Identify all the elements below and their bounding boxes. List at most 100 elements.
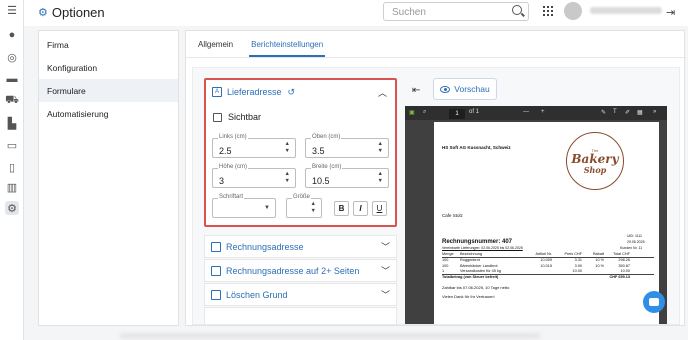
bold-button[interactable]: B xyxy=(334,201,349,216)
factory-icon[interactable]: ▙ xyxy=(5,116,19,130)
user-name-blurred xyxy=(590,7,662,14)
td: 350.87 xyxy=(618,263,630,268)
visible-checkbox[interactable] xyxy=(213,112,222,122)
schriftart-label: Schriftart xyxy=(218,194,245,200)
td: 10.00 xyxy=(572,269,582,274)
links-field[interactable]: Links (cm) 2.5 ▲ ▼ xyxy=(212,134,296,158)
zoom-out-button[interactable]: — xyxy=(523,109,529,115)
preview-label: Vorschau xyxy=(454,84,490,94)
table-row: 100 Roggenbrot 10.009 3.31 10 % 298.26 xyxy=(442,258,654,264)
search-input[interactable]: Suchen xyxy=(383,2,529,21)
chevron-up-icon[interactable]: ︿ xyxy=(378,86,387,99)
chevron-down-icon[interactable]: ﹀ xyxy=(381,264,390,277)
section-rechnungsadresse-2plus[interactable]: Rechnungsadresse auf 2+ Seiten ﹀ xyxy=(204,259,397,282)
section-rechnungsadresse[interactable]: Rechnungsadresse ﹀ xyxy=(204,235,397,258)
scan-icon[interactable]: ◎ xyxy=(5,50,19,64)
zoom-in-button[interactable]: + xyxy=(541,109,545,115)
tab-berichteinstellungen[interactable]: Berichteinstellungen xyxy=(249,37,326,57)
settings-icon[interactable]: ⚙ xyxy=(5,201,19,215)
underline-button[interactable]: U xyxy=(372,201,387,216)
breite-field[interactable]: Breite (cm) 10.5 ▲ ▼ xyxy=(305,164,389,188)
links-value: 2.5 xyxy=(219,146,232,156)
td: 10 % xyxy=(595,258,604,263)
visible-checkbox-row[interactable]: Sichtbar xyxy=(213,112,395,122)
sidebar-item-firma[interactable]: Firma xyxy=(39,33,178,56)
chat-help-button[interactable] xyxy=(643,291,665,313)
td: 10.00 xyxy=(620,269,630,274)
sidebar-item-automatisierung[interactable]: Automatisierung xyxy=(39,102,178,125)
doc-payment-note: Zahlbar bis 07.06.2025, 10 Tage netto xyxy=(442,285,510,290)
cash-icon[interactable]: ▭ xyxy=(5,138,19,152)
logout-icon[interactable]: ⇥ xyxy=(666,6,675,19)
breite-label: Breite (cm) xyxy=(311,164,343,170)
menu-icon[interactable]: ☰ xyxy=(5,3,19,17)
page-number-input[interactable]: 1 xyxy=(449,109,465,119)
spinner-icon[interactable]: ▲ ▼ xyxy=(285,141,290,155)
td: Roggenbrot xyxy=(460,258,480,263)
sidebar-toggle-icon[interactable]: ▣ xyxy=(409,109,415,116)
image-icon[interactable]: ▦ xyxy=(637,109,643,116)
spinner-icon[interactable]: ▲ ▼ xyxy=(378,141,383,155)
document-icon: A xyxy=(212,87,222,97)
section-title: Lieferadresse xyxy=(227,87,282,97)
italic-button[interactable]: I xyxy=(353,201,368,216)
section-more[interactable] xyxy=(204,307,397,324)
spinner-icon[interactable]: ▲ ▼ xyxy=(378,171,383,185)
groesse-field[interactable]: Größe ▲ ▼ xyxy=(286,194,322,218)
search-icon[interactable] xyxy=(512,5,522,15)
pdf-toolbar: ▣ ⌕ 1 of 1 — + ✎ T ✐ ▦ » xyxy=(405,106,667,120)
tab-divider xyxy=(186,57,686,58)
table-row: 100 Bärenhäcker Landbrot 10.015 3.90 10 … xyxy=(442,263,654,269)
chevron-down-icon[interactable]: ﹀ xyxy=(381,288,390,301)
sidebar-item-konfiguration[interactable]: Konfiguration xyxy=(39,56,178,79)
th: Total CHF xyxy=(613,252,630,257)
oben-field[interactable]: Oben (cm) 3.5 ▲ ▼ xyxy=(305,134,389,158)
bakery-logo: The Bakery Shop xyxy=(566,132,624,190)
links-label: Links (cm) xyxy=(218,134,248,140)
top-bar: ⚙ Optionen Suchen ⇥ xyxy=(24,0,688,26)
document-icon xyxy=(211,241,221,252)
briefcase-icon[interactable]: ▬ xyxy=(5,72,19,86)
spinner-icon[interactable]: ▲ ▼ xyxy=(311,201,316,215)
td: Bärenhäcker Landbrot xyxy=(460,263,498,268)
doc-sender: HS Soft AG Kussnacht, Schweiz xyxy=(442,145,511,150)
edit-icon[interactable]: ✐ xyxy=(625,109,630,116)
tab-bar: Allgemein Berichteinstellungen xyxy=(196,37,326,57)
chat-icon xyxy=(649,298,659,306)
section-header-lieferadresse[interactable]: A Lieferadresse ↺ ︿ xyxy=(206,80,395,104)
hoehe-field[interactable]: Höhe (cm) 3 ▲ ▼ xyxy=(212,164,296,188)
report-settings-area: A Lieferadresse ↺ ︿ Sichtbar Links (cm) … xyxy=(192,67,680,325)
pen-icon[interactable]: ✎ xyxy=(601,109,606,116)
history-icon[interactable]: ↺ xyxy=(288,87,296,98)
tab-allgemein[interactable]: Allgemein xyxy=(196,37,235,57)
logo-main: Bakery xyxy=(571,151,619,166)
breite-value: 10.5 xyxy=(312,176,330,186)
person-icon[interactable]: ● xyxy=(5,28,19,42)
eye-icon xyxy=(440,85,451,93)
preview-button[interactable]: Vorschau xyxy=(433,78,497,100)
visible-label: Sichtbar xyxy=(228,112,262,122)
text-icon[interactable]: T xyxy=(613,109,617,115)
schriftart-select[interactable]: Schriftart ▼ xyxy=(212,194,276,218)
oben-label: Oben (cm) xyxy=(311,134,342,140)
sidebar-item-formulare[interactable]: Formulare xyxy=(39,79,178,102)
avatar[interactable] xyxy=(564,2,582,20)
page-total: of 1 xyxy=(469,109,480,115)
doc-recipient: Cafe Stolz xyxy=(442,213,463,218)
section-loeschen-grund[interactable]: Löschen Grund ﹀ xyxy=(204,283,397,306)
clipboard-icon[interactable]: ▯ xyxy=(5,160,19,174)
doc-thanks: Vielen Dank für Ihr Vertrauen! xyxy=(442,294,495,299)
td: 100 xyxy=(442,258,449,263)
more-chevron-icon[interactable]: » xyxy=(653,109,656,115)
cart-icon[interactable]: ⛟ xyxy=(5,94,19,108)
collapse-arrow-icon[interactable]: ⇤ xyxy=(412,85,420,96)
gear-icon: ⚙ xyxy=(38,7,48,19)
chevron-down-icon[interactable]: ﹀ xyxy=(381,240,390,253)
spinner-icon[interactable]: ▲ ▼ xyxy=(285,171,290,185)
search-icon[interactable]: ⌕ xyxy=(423,109,426,116)
apps-grid-icon[interactable] xyxy=(543,6,553,16)
total-value: CHF 659.13 xyxy=(609,275,630,280)
doc-invoice-subline: Vereinbarte Lieferungen: 02.06.2025 bis … xyxy=(442,246,523,250)
chart-icon[interactable]: ▥ xyxy=(5,180,19,194)
doc-date: 29.05.2025 xyxy=(627,240,645,244)
